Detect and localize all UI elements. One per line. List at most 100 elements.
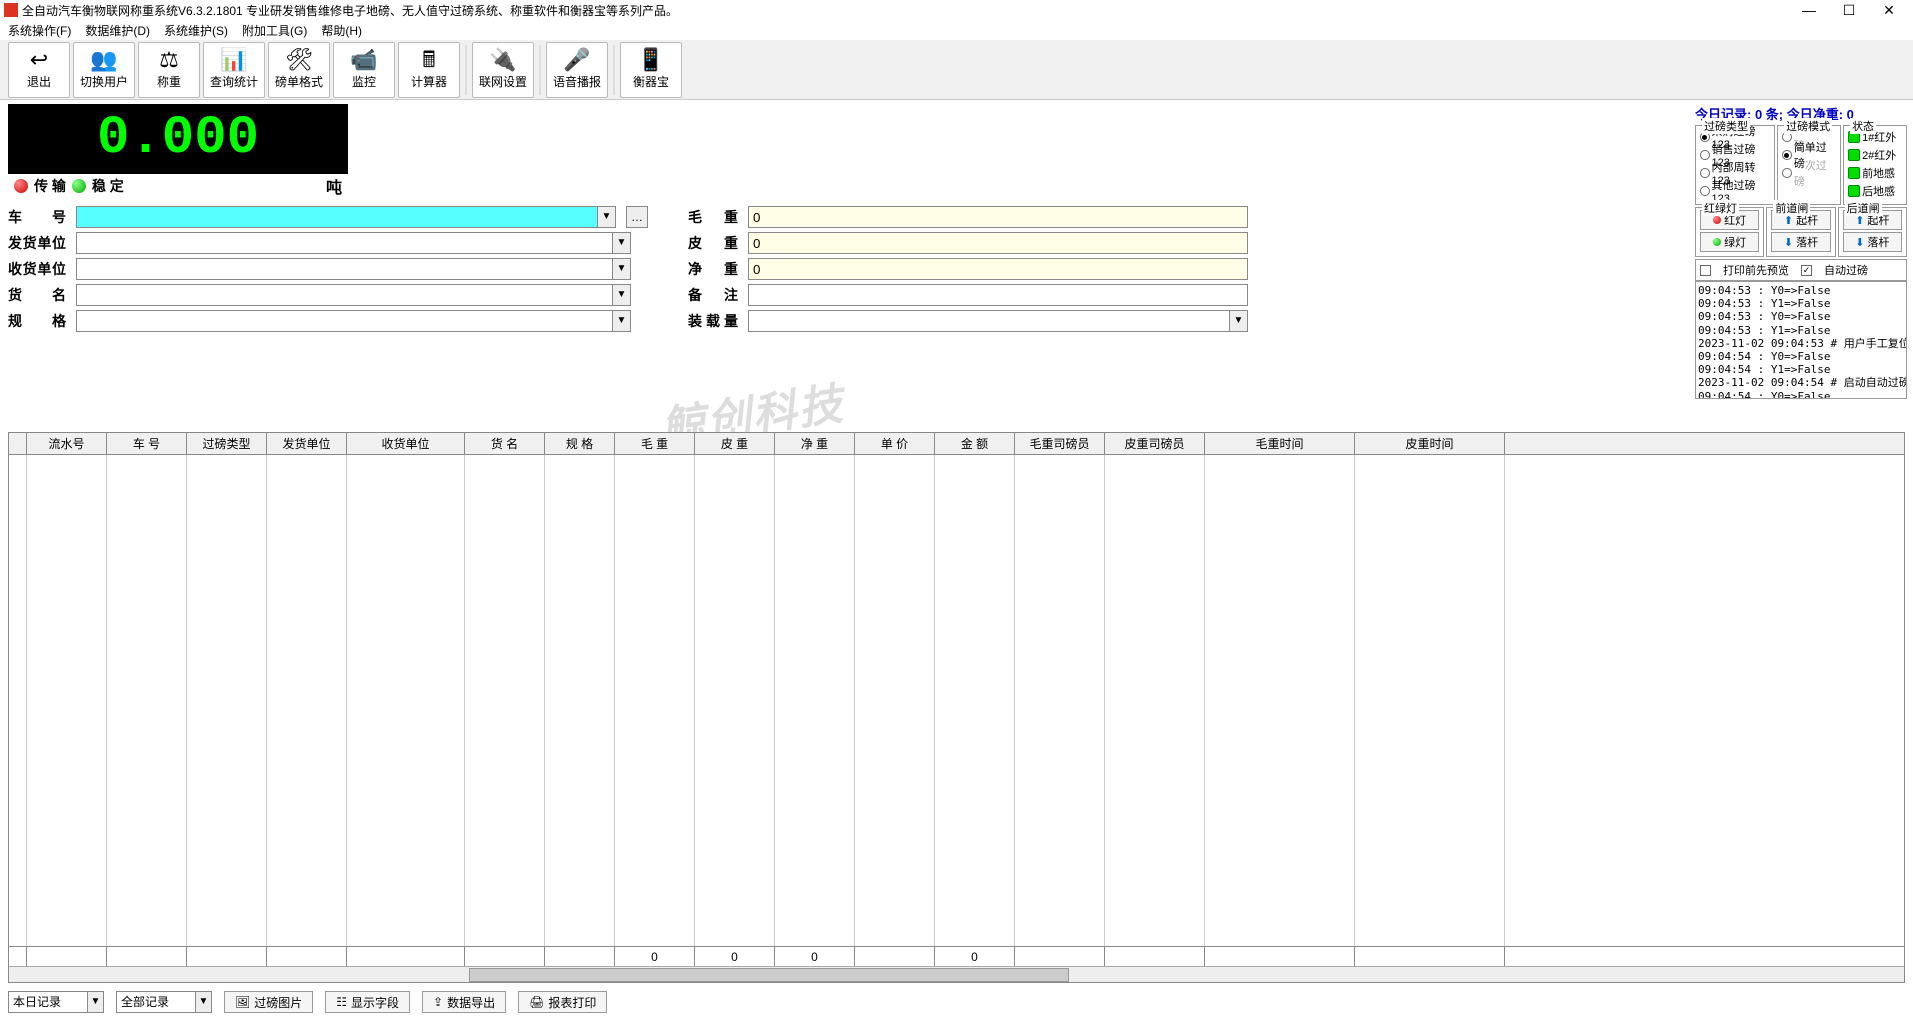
log-area[interactable]: 09:04:53 : Y0=>False 09:04:53 : Y1=>Fals… [1695, 281, 1907, 399]
show-fields-button[interactable]: ☷显示字段 [325, 991, 410, 1013]
tare-input[interactable] [748, 232, 1248, 254]
toolbar-磅单格式[interactable]: 🛠磅单格式 [268, 42, 330, 98]
column-header[interactable]: 规 格 [545, 433, 615, 454]
磅单格式-icon: 🛠 [285, 49, 313, 71]
receiver-label: 收货单位 [8, 259, 66, 279]
vehicle-combo[interactable]: ▼ [76, 206, 616, 228]
net-input[interactable] [748, 258, 1248, 280]
weighmode-title: 过磅模式 [1784, 118, 1832, 134]
dropdown-icon[interactable]: ▼ [612, 285, 630, 305]
toolbar-查询统计[interactable]: 📊查询统计 [203, 42, 265, 98]
spec-label: 规 格 [8, 311, 66, 331]
dropdown-icon[interactable]: ▼ [612, 233, 630, 253]
vehicle-label: 车 号 [8, 207, 66, 227]
print-button[interactable]: 🖨报表打印 [518, 991, 607, 1013]
toolbar-语音播报[interactable]: 🎤语音播报 [546, 42, 608, 98]
column-header[interactable]: 流水号 [27, 433, 107, 454]
sender-combo[interactable]: ▼ [76, 232, 631, 254]
footer-cell [855, 947, 935, 966]
menu-item[interactable]: 数据维护(D) [85, 22, 150, 39]
spec-combo[interactable]: ▼ [76, 310, 631, 332]
语音播报-icon: 🎤 [563, 49, 590, 71]
column-header[interactable]: 净 重 [775, 433, 855, 454]
footer-cell [107, 947, 187, 966]
receiver-combo[interactable]: ▼ [76, 258, 631, 280]
dropdown-icon[interactable]: ▼ [612, 311, 630, 331]
计算器-icon: 🖩 [422, 49, 435, 71]
tare-label: 皮 重 [688, 233, 738, 253]
gross-input[interactable] [748, 206, 1248, 228]
menu-item[interactable]: 帮助(H) [321, 22, 362, 39]
minimize-button[interactable]: — [1799, 2, 1819, 19]
dropdown-icon[interactable]: ▼ [1229, 311, 1247, 331]
toolbar-计算器[interactable]: 🖩计算器 [398, 42, 460, 98]
radio-other[interactable] [1700, 186, 1710, 196]
toolbar-监控[interactable]: 📹监控 [333, 42, 395, 98]
remark-input[interactable] [748, 284, 1248, 306]
column-header[interactable]: 过磅类型 [187, 433, 267, 454]
column-header[interactable]: 单 价 [855, 433, 935, 454]
close-button[interactable]: ✕ [1879, 2, 1899, 19]
toolbar: ↩退出👥切换用户⚖称重📊查询统计🛠磅单格式📹监控🖩计算器🔌联网设置🎤语音播报📱衡… [0, 40, 1913, 100]
menu-item[interactable]: 系统操作(F) [8, 22, 71, 39]
radio-sale[interactable] [1700, 150, 1710, 160]
footer-cell [545, 947, 615, 966]
column-header[interactable]: 货 名 [465, 433, 545, 454]
toolbar-退出[interactable]: ↩退出 [8, 42, 70, 98]
goods-label: 货 名 [8, 285, 66, 305]
menu-item[interactable]: 附加工具(G) [242, 22, 307, 39]
column-header[interactable]: 发货单位 [267, 433, 347, 454]
menubar: 系统操作(F) 数据维护(D) 系统维护(S) 附加工具(G) 帮助(H) [0, 20, 1913, 40]
record-filter-combo[interactable]: 全部记录▼ [116, 991, 212, 1013]
status-title: 状态 [1850, 118, 1876, 134]
data-grid[interactable]: 流水号车 号过磅类型发货单位收货单位货 名规 格毛 重皮 重净 重单 价金 额毛… [8, 432, 1905, 983]
toolbar-切换用户[interactable]: 👥切换用户 [73, 42, 135, 98]
unit-label: 吨 [326, 174, 342, 198]
window-title: 全自动汽车衡物联网称重系统V6.3.2.1801 专业研发销售维修电子地磅、无人… [22, 2, 1799, 19]
weigh-image-button[interactable]: 🖼过磅图片 [224, 991, 313, 1013]
horizontal-scrollbar[interactable] [9, 966, 1904, 982]
dropdown-icon[interactable]: ▼ [612, 259, 630, 279]
toolbar-联网设置[interactable]: 🔌联网设置 [472, 42, 534, 98]
column-header[interactable]: 毛重司磅员 [1015, 433, 1105, 454]
column-header[interactable]: 皮 重 [695, 433, 775, 454]
date-filter-combo[interactable]: 本日记录▼ [8, 991, 104, 1013]
column-header[interactable]: 车 号 [107, 433, 187, 454]
remark-label: 备 注 [688, 285, 738, 305]
footer-cell [347, 947, 465, 966]
column-header[interactable]: 毛 重 [615, 433, 695, 454]
weightype-title: 过磅类型 [1702, 118, 1750, 134]
gate1-down-button[interactable]: ⬇落杆 [1771, 232, 1830, 252]
column-header[interactable]: 毛重时间 [1205, 433, 1355, 454]
ir2-indicator [1848, 149, 1860, 161]
net-label: 净 重 [688, 259, 738, 279]
column-header[interactable]: 收货单位 [347, 433, 465, 454]
footer-cell: 0 [695, 947, 775, 966]
preview-checkbox[interactable] [1700, 265, 1711, 276]
auto-checkbox[interactable]: ✓ [1801, 265, 1812, 276]
maximize-button[interactable]: ☐ [1839, 2, 1859, 19]
load-label: 装载量 [688, 311, 738, 331]
column-header[interactable]: 皮重时间 [1355, 433, 1505, 454]
dropdown-icon[interactable]: ▼ [597, 207, 615, 227]
sender-label: 发货单位 [8, 233, 66, 253]
radio-internal[interactable] [1700, 168, 1710, 178]
radio-simple[interactable] [1782, 150, 1792, 160]
toolbar-称重[interactable]: ⚖称重 [138, 42, 200, 98]
gross-label: 毛 重 [688, 207, 738, 227]
vehicle-more-button[interactable]: … [626, 206, 648, 228]
sensor-rear-indicator [1848, 185, 1860, 197]
gate2-down-button[interactable]: ⬇落杆 [1843, 232, 1902, 252]
green-light-button[interactable]: 绿灯 [1700, 232, 1759, 252]
footer-cell: 0 [775, 947, 855, 966]
goods-combo[interactable]: ▼ [76, 284, 631, 306]
column-header[interactable]: 皮重司磅员 [1105, 433, 1205, 454]
column-header[interactable] [9, 433, 27, 454]
export-button[interactable]: ⇪数据导出 [422, 991, 506, 1013]
menu-item[interactable]: 系统维护(S) [164, 22, 228, 39]
load-combo[interactable]: ▼ [748, 310, 1248, 332]
weight-display: 0.000 [8, 104, 348, 174]
toolbar-衡器宝[interactable]: 📱衡器宝 [620, 42, 682, 98]
column-header[interactable]: 金 额 [935, 433, 1015, 454]
transmit-indicator [14, 179, 28, 193]
